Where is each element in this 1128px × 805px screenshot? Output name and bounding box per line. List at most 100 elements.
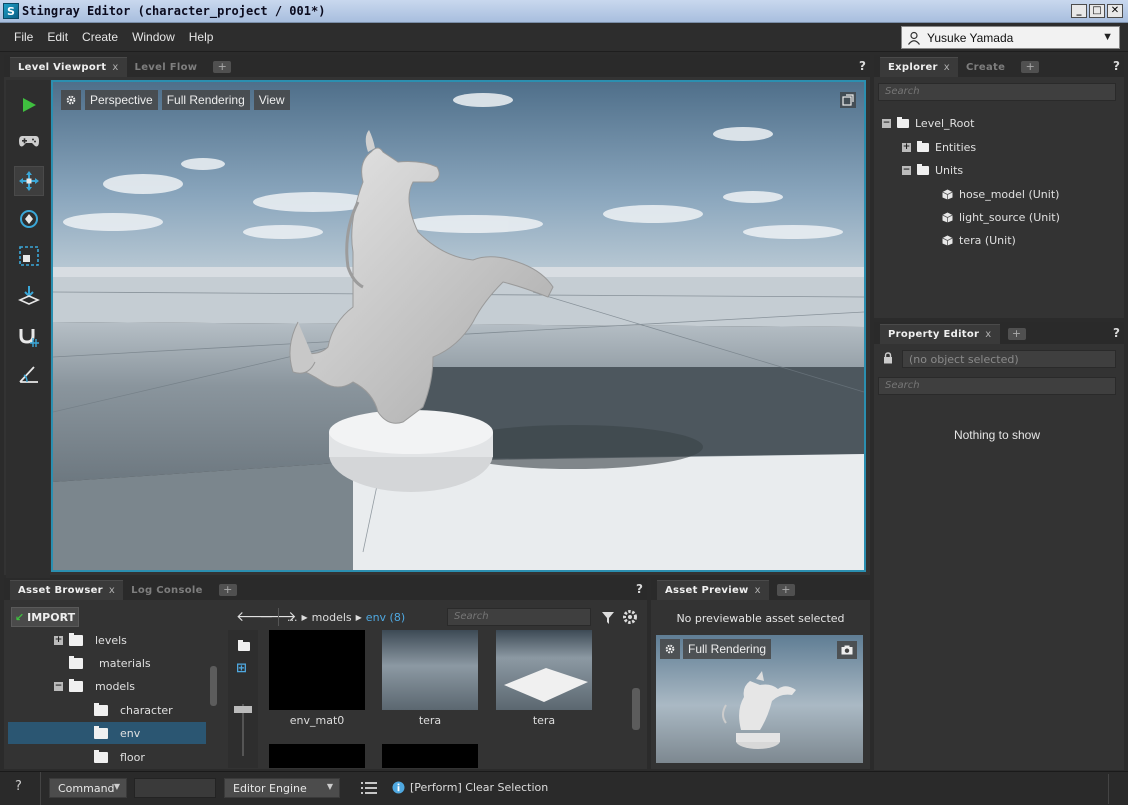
engine-dropdown[interactable]: Editor Engine ▼	[224, 778, 340, 798]
add-tab-button[interactable]: +	[213, 61, 232, 73]
help-icon[interactable]: ?	[1113, 59, 1120, 73]
command-dropdown[interactable]: Command ▼	[49, 778, 127, 798]
menu-create[interactable]: Create	[82, 30, 118, 44]
stingray-app-icon: S	[3, 3, 19, 19]
folder-row[interactable]: + levels	[54, 633, 127, 647]
help-icon[interactable]: ?	[1113, 326, 1120, 340]
menu-edit[interactable]: Edit	[47, 30, 68, 44]
view-button[interactable]: View	[253, 90, 290, 110]
breadcrumb-ellipsis[interactable]: ...	[287, 611, 298, 624]
tree-row-unit[interactable]: hose_model (Unit)	[942, 188, 1059, 201]
place-tool-button[interactable]	[14, 281, 44, 311]
property-search-input[interactable]: Search	[878, 377, 1116, 395]
gamepad-button[interactable]	[14, 126, 44, 156]
tab-property-editor[interactable]: Property Editor x	[880, 324, 1000, 344]
tab-label: Asset Browser	[18, 585, 103, 596]
viewport-settings-button[interactable]	[61, 90, 81, 110]
breadcrumb-current[interactable]: env (8)	[366, 611, 405, 624]
maximize-button[interactable]: □	[1089, 4, 1105, 18]
full-rendering-button[interactable]: Full Rendering	[161, 90, 250, 110]
help-icon[interactable]: ?	[636, 582, 643, 596]
maximize-viewport-button[interactable]	[840, 92, 856, 108]
add-tab-button[interactable]: +	[1021, 61, 1040, 73]
asset-thumbnail[interactable]	[382, 630, 478, 710]
help-icon[interactable]: ?	[15, 779, 22, 794]
asset-search-input[interactable]: Search	[447, 608, 591, 626]
asset-thumbnail[interactable]	[269, 630, 365, 710]
preview-mode-button[interactable]: Full Rendering	[683, 639, 772, 659]
snap-tool-button[interactable]	[14, 322, 44, 352]
tab-explorer[interactable]: Explorer x	[880, 57, 959, 77]
command-input[interactable]	[134, 778, 216, 798]
close-button[interactable]: ✕	[1107, 4, 1123, 18]
preview-render[interactable]: Full Rendering	[656, 635, 863, 763]
screenshot-button[interactable]	[837, 641, 857, 659]
preview-settings-button[interactable]	[660, 639, 680, 659]
user-selector[interactable]: Yusuke Yamada ▼	[901, 26, 1120, 49]
tree-row-unit[interactable]: tera (Unit)	[942, 234, 1016, 247]
import-button[interactable]: ↙ IMPORT	[11, 607, 79, 627]
scrollbar-thumb[interactable]	[210, 666, 217, 706]
close-icon[interactable]: x	[944, 62, 950, 73]
expand-icon[interactable]: +	[902, 143, 911, 152]
menu-file[interactable]: File	[14, 30, 33, 44]
add-tab-button[interactable]: +	[218, 584, 237, 596]
asset-thumbnail[interactable]	[382, 744, 478, 768]
collapse-icon[interactable]: −	[54, 682, 63, 691]
folder-row[interactable]: floor	[94, 750, 145, 764]
close-icon[interactable]: x	[109, 585, 115, 596]
tree-row-entities[interactable]: + Entities	[902, 141, 976, 154]
tab-log-console[interactable]: Log Console	[123, 580, 211, 600]
asset-thumbnail[interactable]	[496, 630, 592, 710]
zoom-slider-handle[interactable]	[234, 706, 252, 713]
tab-asset-preview[interactable]: Asset Preview x	[657, 580, 769, 600]
add-tab-button[interactable]: +	[776, 584, 795, 596]
measure-tool-button[interactable]	[14, 359, 44, 389]
folder-row[interactable]: − models	[54, 679, 135, 693]
close-icon[interactable]: x	[755, 585, 761, 596]
new-folder-icon[interactable]	[238, 640, 250, 651]
asset-thumbnail[interactable]	[269, 744, 365, 768]
list-icon[interactable]	[361, 781, 377, 795]
tab-level-viewport[interactable]: Level Viewport x	[10, 57, 127, 77]
move-tool-button[interactable]	[14, 166, 44, 196]
folder-icon	[94, 750, 108, 763]
tree-row-units[interactable]: − Units	[902, 164, 963, 177]
minimize-button[interactable]: _	[1071, 4, 1087, 18]
tree-row-unit[interactable]: light_source (Unit)	[942, 211, 1060, 224]
perspective-button[interactable]: Perspective	[85, 90, 158, 110]
close-icon[interactable]: x	[112, 62, 118, 73]
level-viewport[interactable]: Perspective Full Rendering View	[51, 80, 866, 572]
explorer-search-input[interactable]: Search	[878, 83, 1116, 101]
rotate-tool-button[interactable]	[14, 204, 44, 234]
folder-row[interactable]: character	[94, 703, 173, 717]
add-asset-icon[interactable]: ⊞	[236, 661, 247, 676]
help-icon[interactable]: ?	[859, 59, 866, 73]
tab-create[interactable]: Create	[958, 57, 1013, 77]
tab-level-flow[interactable]: Level Flow	[127, 57, 206, 77]
folder-row[interactable]: materials	[69, 656, 151, 670]
tree-row-level-root[interactable]: − Level_Root	[882, 117, 974, 130]
cube-icon	[942, 189, 953, 200]
close-icon[interactable]: x	[985, 329, 991, 340]
add-tab-button[interactable]: +	[1007, 328, 1026, 340]
filter-icon[interactable]	[601, 611, 615, 625]
asset-side-toolbar: ⊞	[228, 630, 258, 768]
gear-icon[interactable]	[622, 609, 638, 625]
breadcrumb: ... ▶ models ▶ env (8)	[287, 611, 405, 624]
menu-help[interactable]: Help	[189, 30, 214, 44]
folder-row-selected[interactable]: env	[94, 726, 140, 740]
collapse-icon[interactable]: −	[902, 166, 911, 175]
tab-asset-browser[interactable]: Asset Browser x	[10, 580, 124, 600]
import-label: IMPORT	[27, 610, 76, 624]
scrollbar-thumb[interactable]	[632, 688, 640, 730]
play-button[interactable]	[14, 90, 44, 120]
collapse-icon[interactable]: −	[882, 119, 891, 128]
expand-icon[interactable]: +	[54, 636, 63, 645]
scale-tool-button[interactable]	[14, 241, 44, 271]
lock-icon[interactable]	[883, 352, 893, 364]
menu-window[interactable]: Window	[132, 30, 175, 44]
user-name: Yusuke Yamada	[927, 30, 1014, 45]
asset-preview-panel: Asset Preview x + No previewable asset se…	[651, 578, 870, 769]
breadcrumb-models[interactable]: models	[312, 611, 352, 624]
